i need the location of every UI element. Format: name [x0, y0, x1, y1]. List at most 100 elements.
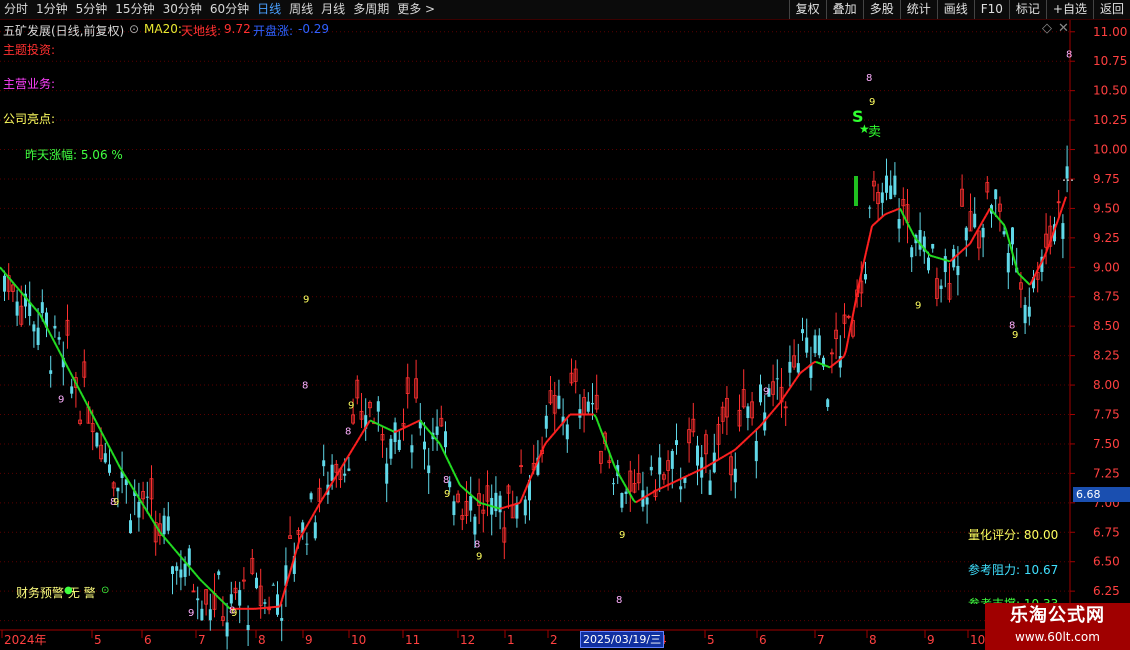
- tool-button-8[interactable]: 返回: [1092, 0, 1130, 19]
- kline-chart[interactable]: 11.00 10.75 10.50 10.25 10.00 9.75 9.50 9.25 9.0…: [0, 20, 1130, 650]
- tab-period-3[interactable]: 15分钟: [111, 0, 158, 19]
- tool-button-3[interactable]: 统计: [899, 0, 937, 19]
- tab-period-4[interactable]: 30分钟: [159, 0, 206, 19]
- ma20-segment: [49, 333, 53, 338]
- candle-body: [271, 584, 275, 586]
- tool-button-4[interactable]: 画线: [936, 0, 974, 19]
- tab-period-2[interactable]: 5分钟: [72, 0, 112, 19]
- tool-button-7[interactable]: +自选: [1045, 0, 1093, 19]
- candle-body: [624, 491, 628, 494]
- ma20-segment: [113, 455, 117, 461]
- ma20-segment: [147, 512, 151, 517]
- ma20-segment: [421, 422, 425, 426]
- tool-button-0[interactable]: 复权: [788, 0, 826, 19]
- ma20-segment: [1061, 202, 1065, 209]
- ma20-segment: [453, 472, 457, 478]
- ma20-segment: [697, 468, 701, 472]
- ma20-segment: [559, 423, 563, 427]
- ma20-segment: [809, 363, 813, 367]
- tool-button-5[interactable]: F10: [973, 0, 1009, 19]
- ma20-segment: [883, 213, 887, 217]
- y-tick-label: 8.25: [1093, 349, 1120, 363]
- ma20-segment: [755, 427, 759, 431]
- ma20-segment: [97, 424, 101, 430]
- tab-period-8[interactable]: 月线: [317, 0, 349, 19]
- tab-period-10[interactable]: 更多 >: [393, 0, 439, 19]
- ma20-segment: [875, 219, 879, 224]
- watermark-url: www.60lt.com: [1015, 630, 1100, 644]
- x-tick-label: 7: [817, 633, 825, 647]
- x-tick-label: 1: [507, 633, 515, 647]
- tab-period-6[interactable]: 日线: [253, 0, 285, 19]
- ma20-segment: [501, 506, 505, 510]
- tab-period-5[interactable]: 60分钟: [206, 0, 253, 19]
- tool-button-6[interactable]: 标记: [1008, 0, 1046, 19]
- ma20-segment: [347, 452, 351, 458]
- ma20-segment: [623, 482, 627, 488]
- ma20-segment: [691, 471, 695, 475]
- ma20-segment: [959, 250, 963, 254]
- candle-body: [645, 497, 649, 505]
- candle-body: [591, 403, 594, 405]
- tool-button-1[interactable]: 叠加: [825, 0, 863, 19]
- candle-body: [649, 466, 653, 471]
- ma20-segment: [731, 449, 735, 453]
- ma20-segment: [493, 505, 497, 509]
- ma20-segment: [391, 429, 395, 433]
- candle-body: [893, 175, 897, 195]
- ma20-segment: [281, 592, 285, 600]
- close-icon[interactable]: ✕: [1058, 21, 1069, 36]
- chevron-down-icon[interactable]: ⊙: [129, 22, 139, 36]
- tab-period-0[interactable]: 分时: [0, 0, 32, 19]
- candle-body: [162, 515, 166, 535]
- ma20-segment: [837, 358, 841, 362]
- ma20-segment: [353, 442, 357, 448]
- ma20-segment: [309, 516, 313, 521]
- topic-invest-label: 主题投资:: [3, 43, 56, 57]
- nine-count-marker: 9: [869, 97, 875, 108]
- candle-body: [276, 594, 279, 615]
- ma20-segment: [135, 492, 139, 498]
- ma20-segment: [641, 496, 645, 500]
- ma20-segment: [775, 404, 779, 409]
- ma20-segment: [925, 250, 929, 254]
- tool-button-2[interactable]: 多股: [862, 0, 900, 19]
- y-tick-label: 11.00: [1093, 25, 1127, 39]
- tab-period-1[interactable]: 1分钟: [32, 0, 72, 19]
- period-tabs: 分时 1分钟 5分钟 15分钟 30分钟 60分钟 日线 周线 月线 多周期 更多 >: [0, 0, 439, 19]
- ma20-segment: [943, 258, 947, 262]
- ma20-segment: [207, 586, 211, 590]
- ma20-segment: [1033, 272, 1037, 278]
- ma20-segment: [425, 426, 429, 431]
- tab-period-7[interactable]: 周线: [285, 0, 317, 19]
- ma20-segment: [953, 255, 957, 259]
- ma20-segment: [941, 258, 945, 261]
- candle-body: [1011, 227, 1014, 245]
- ma20-segment: [593, 413, 597, 418]
- ma20-segment: [855, 289, 859, 300]
- ma20-segment: [81, 394, 85, 400]
- ma20-segment: [711, 461, 715, 465]
- candle-body: [515, 502, 519, 519]
- y-tick-label: 7.50: [1093, 437, 1120, 451]
- ma20-segment: [907, 223, 911, 229]
- ma20-segment: [205, 584, 209, 588]
- candle-body: [889, 185, 893, 200]
- candle-body: [880, 192, 884, 203]
- candle-body: [864, 274, 867, 280]
- nine-count-marker: 9: [231, 608, 237, 619]
- ma20-segment: [53, 340, 57, 346]
- candle-body: [225, 622, 229, 637]
- diamond-icon[interactable]: ◇: [1042, 21, 1052, 36]
- nine-count-marker: 8: [345, 427, 351, 438]
- tab-period-9[interactable]: 多周期: [349, 0, 393, 19]
- candle-body: [389, 438, 393, 459]
- ma20-segment: [117, 463, 121, 468]
- ma20-segment: [939, 257, 943, 261]
- ma20-segment: [895, 208, 899, 211]
- candle-body: [343, 473, 347, 476]
- ma20-segment: [1019, 274, 1023, 278]
- ma20-segment: [137, 496, 141, 501]
- ma20-segment: [951, 257, 955, 261]
- candle-body: [57, 337, 61, 340]
